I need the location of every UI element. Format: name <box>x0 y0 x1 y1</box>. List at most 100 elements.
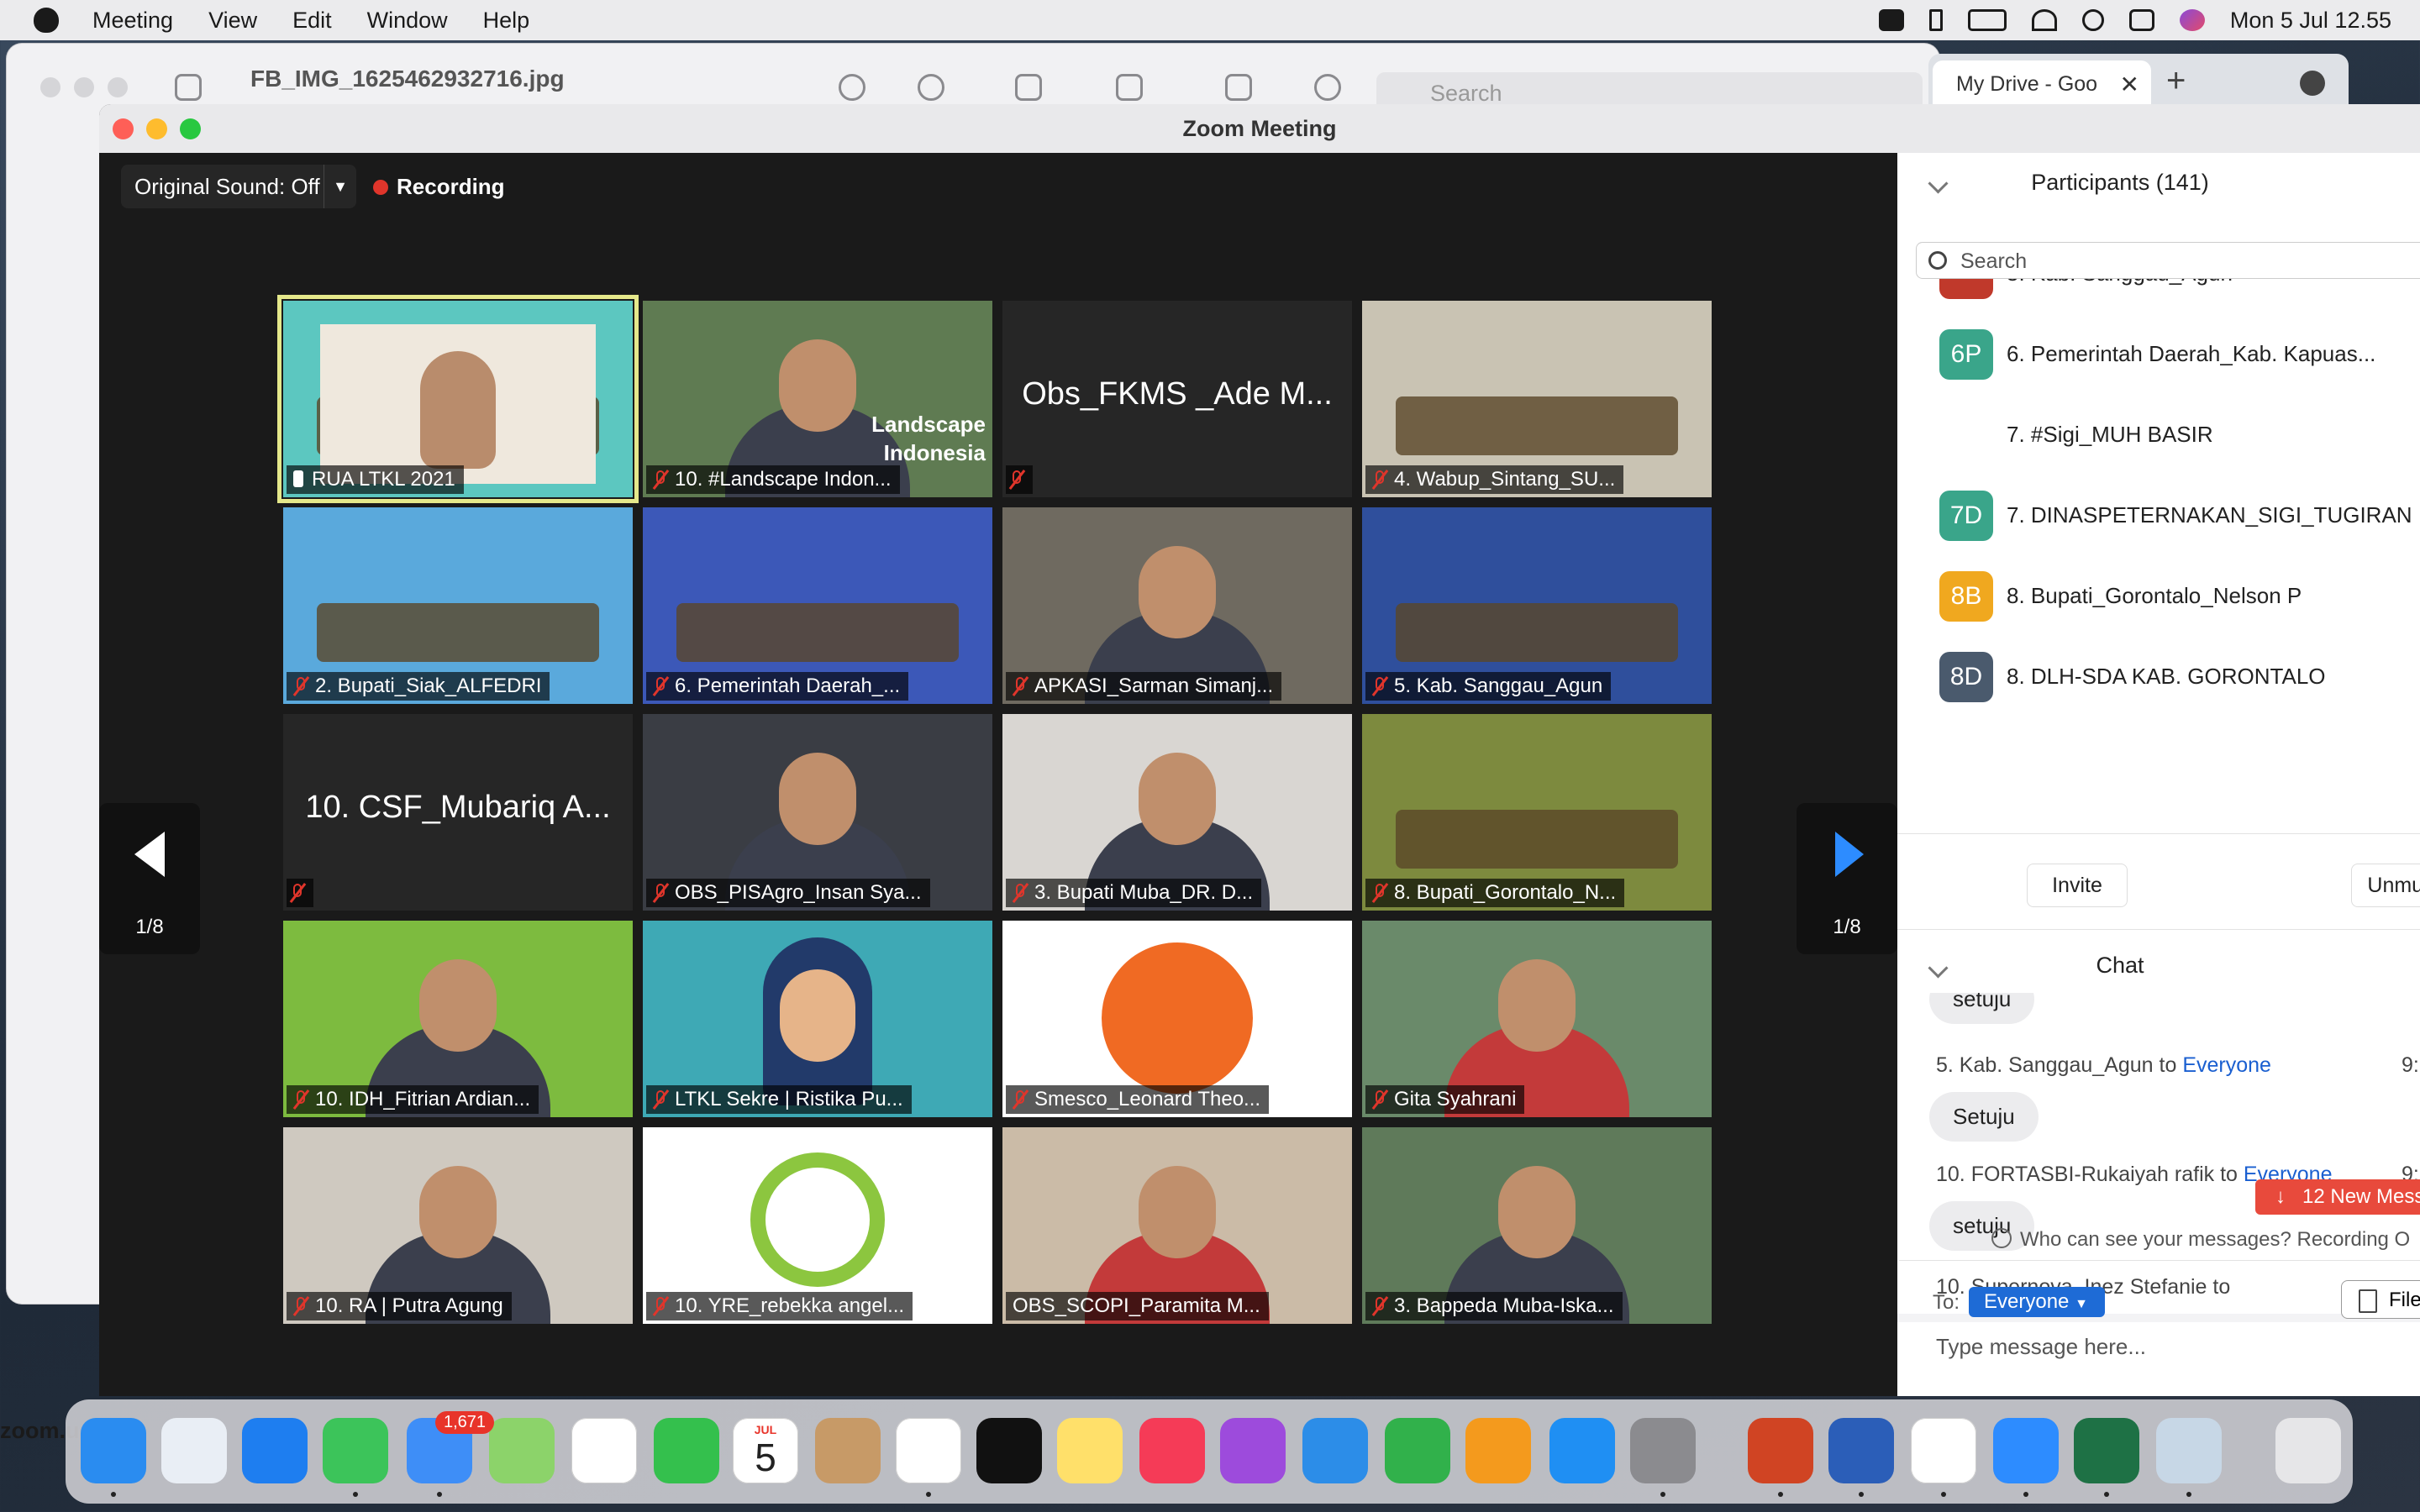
menu-help[interactable]: Help <box>483 8 530 34</box>
zoom-icon[interactable] <box>1993 1418 2059 1483</box>
participant-tile[interactable]: OBS_SCOPI_Paramita M... <box>1002 1127 1352 1324</box>
share-icon[interactable] <box>1015 74 1042 101</box>
annotate-icon[interactable] <box>1314 74 1341 101</box>
participant-tile[interactable]: 6. Pemerintah Daerah_... <box>643 507 992 704</box>
pages-icon[interactable] <box>1465 1418 1531 1483</box>
landscape-indonesia-watermark: Landscape Indonesia <box>871 412 986 465</box>
chat-privacy-notice[interactable]: Who can see your messages? Recording O <box>1991 1228 2410 1252</box>
close-tab-icon[interactable]: ✕ <box>2120 71 2139 98</box>
browser-menu-icon[interactable] <box>2300 71 2325 96</box>
notes-icon[interactable] <box>1057 1418 1123 1483</box>
podcasts-icon[interactable] <box>1220 1418 1286 1483</box>
messages-icon[interactable] <box>323 1418 388 1483</box>
participant-tile[interactable]: OBS_PISAgro_Insan Sya... <box>643 714 992 911</box>
participant-tile[interactable]: Obs_FKMS _Ade M... <box>1002 301 1352 497</box>
new-messages-button[interactable]: ↓ 12 New Mess <box>2255 1179 2420 1215</box>
control-center-icon[interactable] <box>2128 9 2154 31</box>
reminders-icon[interactable] <box>896 1418 961 1483</box>
participant-row[interactable]: 7D 7. DINASPETERNAKAN_SIGI_TUGIRAN <box>1897 470 2420 551</box>
participant-tile[interactable]: 3. Bappeda Muba-Iska... <box>1362 1127 1712 1324</box>
participant-row[interactable]: 8D 8. DLH-SDA KAB. GORONTALO <box>1897 632 2420 712</box>
menu-meeting[interactable]: Meeting <box>92 8 173 34</box>
contacts-icon[interactable] <box>815 1418 881 1483</box>
participant-row[interactable]: 8B 8. Bupati_Gorontalo_Nelson P <box>1897 551 2420 632</box>
menu-app-name[interactable]: zoom.us <box>0 1418 92 1483</box>
participant-tile[interactable]: 8. Bupati_Gorontalo_N... <box>1362 714 1712 911</box>
participant-tile[interactable]: 10. IDH_Fitrian Ardian... <box>283 921 633 1117</box>
chevron-down-icon[interactable]: ▼ <box>324 165 356 208</box>
apple-tv-icon[interactable] <box>976 1418 1042 1483</box>
trash-icon[interactable] <box>2275 1418 2341 1483</box>
close-window-button[interactable] <box>113 118 134 139</box>
menu-edit[interactable]: Edit <box>292 8 332 34</box>
maps-icon[interactable] <box>489 1418 555 1483</box>
sidebar-toggle-icon[interactable] <box>175 74 202 101</box>
participant-tile[interactable]: 3. Bupati Muba_DR. D... <box>1002 714 1352 911</box>
preview-icon[interactable] <box>2156 1418 2222 1483</box>
unmute-me-button[interactable]: Unmute Me <box>2351 864 2420 907</box>
apple-icon[interactable] <box>34 8 59 33</box>
participant-tile[interactable]: 10. YRE_rebekka angel... <box>643 1127 992 1324</box>
music-icon[interactable] <box>1139 1418 1205 1483</box>
participant-row[interactable]: 7. #Sigi_MUH BASIR <box>1897 390 2420 470</box>
preview-close-button[interactable] <box>40 77 60 97</box>
chrome-icon[interactable] <box>1911 1418 1976 1483</box>
participant-tile[interactable]: 10. CSF_Mubariq A... <box>283 714 633 911</box>
clock[interactable]: Mon 5 Jul 12.55 <box>2230 8 2391 34</box>
keynote-icon[interactable] <box>1302 1418 1368 1483</box>
zoom-in-icon[interactable] <box>918 74 944 101</box>
system-preferences-icon[interactable] <box>1630 1418 1696 1483</box>
zoom-status-icon[interactable] <box>1878 9 1904 31</box>
battery-icon[interactable] <box>1967 9 2007 31</box>
participant-tile[interactable]: 4. Wabup_Sintang_SU... <box>1362 301 1712 497</box>
recording-indicator[interactable]: Recording <box>373 165 505 208</box>
preview-zoom-button[interactable] <box>108 77 128 97</box>
facetime-icon[interactable] <box>654 1418 719 1483</box>
participant-tile[interactable]: Gita Syahrani <box>1362 921 1712 1117</box>
zoom-window-button[interactable] <box>180 118 201 139</box>
excel-icon[interactable] <box>2074 1418 2139 1483</box>
finder-icon[interactable] <box>81 1418 146 1483</box>
original-sound-button[interactable]: Original Sound: Off ▼ <box>121 165 356 208</box>
participant-tile[interactable]: 5. Kab. Sanggau_Agun <box>1362 507 1712 704</box>
invite-button[interactable]: Invite <box>2027 864 2128 907</box>
spotlight-icon[interactable] <box>2081 9 2104 31</box>
safari-icon[interactable] <box>242 1418 308 1483</box>
menu-window[interactable]: Window <box>367 8 448 34</box>
word-icon[interactable] <box>1828 1418 1894 1483</box>
menu-view[interactable]: View <box>208 8 257 34</box>
participant-row[interactable]: 6P 6. Pemerintah Daerah_Kab. Kapuas... <box>1897 309 2420 390</box>
participant-tile[interactable]: 10. RA | Putra Agung <box>283 1127 633 1324</box>
chat-log[interactable]: setuju 5. Kab. Sanggau_Agun to Everyone … <box>1897 993 2420 1322</box>
app-store-icon[interactable] <box>1549 1418 1615 1483</box>
participant-tile[interactable]: APKASI_Sarman Simanj... <box>1002 507 1352 704</box>
chat-message-input[interactable]: Type message here... <box>1936 1334 2146 1360</box>
numbers-icon[interactable] <box>1385 1418 1450 1483</box>
browser-tab[interactable]: My Drive - Goo ✕ <box>1933 60 2151 111</box>
participant-name: LTKL Sekre | Ristika Pu... <box>675 1088 903 1110</box>
launchpad-icon[interactable] <box>161 1418 227 1483</box>
bluetooth-icon[interactable] <box>1928 9 1943 31</box>
participants-search-input[interactable]: Search <box>1916 242 2420 279</box>
powerpoint-icon[interactable] <box>1748 1418 1813 1483</box>
minimize-window-button[interactable] <box>146 118 167 139</box>
photos-icon[interactable] <box>571 1418 637 1483</box>
participant-row[interactable]: 5. Kab. Sanggau_Agun <box>1897 279 2420 309</box>
participant-tile[interactable]: 2. Bupati_Siak_ALFEDRI <box>283 507 633 704</box>
rotate-icon[interactable] <box>1225 74 1252 101</box>
participant-tile[interactable]: LTKL Sekre | Ristika Pu... <box>643 921 992 1117</box>
participant-tile[interactable]: RUA LTKL 2021 <box>277 295 639 503</box>
next-page-button[interactable]: 1/8 <box>1797 803 1897 954</box>
wifi-icon[interactable] <box>2031 9 2057 31</box>
preview-minimize-button[interactable] <box>74 77 94 97</box>
new-tab-button[interactable]: + <box>2166 62 2186 100</box>
siri-icon[interactable] <box>2179 9 2205 31</box>
chat-recipient-select[interactable]: Everyone ▼ <box>1969 1287 2105 1317</box>
file-button[interactable]: File <box>2341 1280 2420 1319</box>
markup-icon[interactable] <box>1116 74 1143 101</box>
participant-tile[interactable]: Smesco_Leonard Theo... <box>1002 921 1352 1117</box>
participant-tile[interactable]: Landscape Indonesia 10. #Landscape Indon.… <box>643 301 992 497</box>
previous-page-button[interactable]: 1/8 <box>99 803 200 954</box>
zoom-out-icon[interactable] <box>839 74 865 101</box>
participant-name: 8. Bupati_Gorontalo_N... <box>1394 881 1617 904</box>
